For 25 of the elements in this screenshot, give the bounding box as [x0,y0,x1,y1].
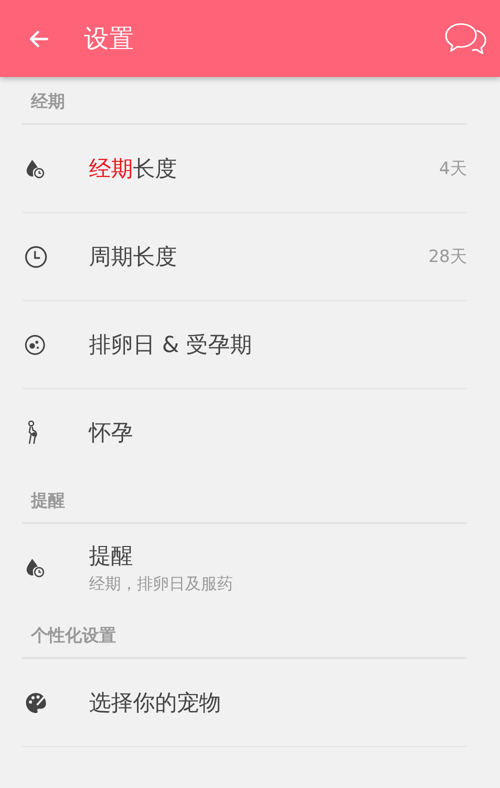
item-value: 4天 [439,158,467,180]
item-subtitle: 经期，排卵日及服药 [89,574,234,594]
item-label: 周期长度 [89,244,178,272]
item-label: 提醒 [89,542,134,570]
drop-clock-icon [24,556,46,578]
palette-icon [24,690,48,714]
settings-item[interactable]: 怀孕 [22,389,467,476]
section-header: 提醒 [31,490,65,512]
section-header: 经期 [31,90,65,112]
drop-clock-icon [24,158,46,180]
chat-bubbles-icon[interactable] [444,22,488,56]
settings-item[interactable]: 排卵日 & 受孕期 [22,301,467,389]
item-label: 经期长度 [89,156,178,184]
item-label: 选择你的宠物 [89,690,222,718]
section-header: 个性化设置 [31,624,116,646]
settings-item[interactable]: 周期长度 28天 [22,213,467,301]
settings-item[interactable]: 提醒 经期，排卵日及服药 [22,524,467,611]
settings-item[interactable]: 选择你的宠物 [22,659,467,747]
item-label: 怀孕 [89,420,134,448]
clock-icon [24,244,48,268]
settings-item[interactable]: 经期长度 4天 [22,125,467,213]
item-label: 排卵日 & 受孕期 [89,332,254,360]
item-value: 28天 [428,246,467,268]
cell-icon [24,334,46,356]
page-title: 设置 [84,23,134,55]
